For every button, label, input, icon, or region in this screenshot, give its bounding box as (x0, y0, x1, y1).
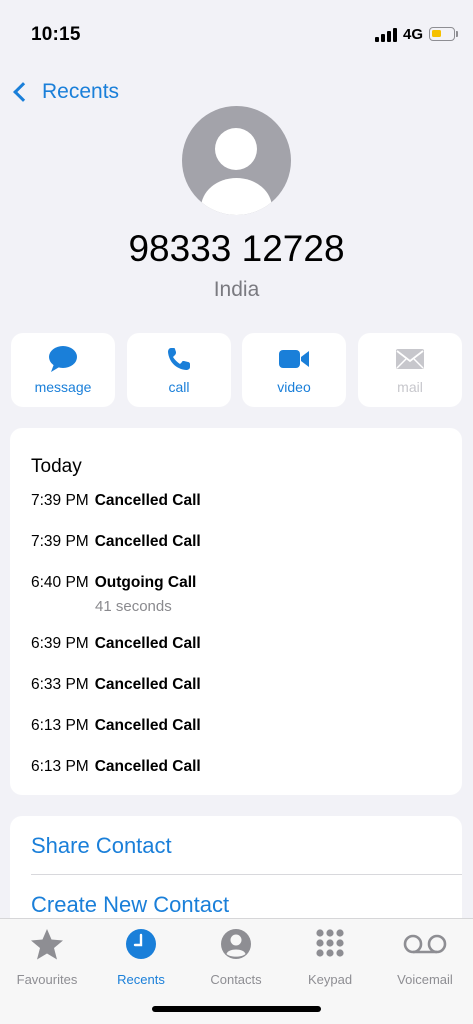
share-contact-link[interactable]: Share Contact (31, 833, 172, 859)
video-label: video (277, 379, 311, 395)
contact-number: 98333 12728 (128, 228, 345, 269)
history-date-header: Today (31, 456, 82, 477)
call-history-row: 6:13 PM Cancelled Call (31, 717, 451, 735)
back-label: Recents (42, 80, 120, 103)
call-type: Cancelled Call (94, 676, 201, 693)
message-button[interactable]: message (11, 333, 115, 407)
call-type: Outgoing Call (94, 574, 197, 591)
call-history-row: 6:13 PM Cancelled Call (31, 758, 451, 776)
envelope-icon (358, 345, 462, 373)
call-duration: 41 seconds (95, 598, 172, 615)
contact-person-icon (189, 927, 283, 961)
tab-contacts[interactable]: Contacts (189, 927, 283, 987)
call-time: 6:40 PM (31, 574, 89, 591)
call-type: Cancelled Call (94, 635, 201, 652)
tab-label: Recents (117, 972, 165, 987)
call-time: 6:39 PM (31, 635, 89, 652)
call-type: Cancelled Call (94, 758, 201, 775)
call-history-row: 7:39 PM Cancelled Call (31, 533, 451, 551)
tab-voicemail[interactable]: Voicemail (378, 927, 472, 987)
tab-label: Keypad (307, 972, 353, 987)
tab-label: Favourites (16, 972, 78, 987)
message-bubble-icon (11, 345, 115, 373)
phone-icon (127, 345, 231, 373)
call-time: 6:13 PM (31, 717, 89, 734)
call-label: call (168, 379, 190, 395)
avatar (182, 106, 291, 215)
call-history-row: 7:39 PM Cancelled Call (31, 492, 451, 510)
call-history-card: Today 7:39 PM Cancelled Call 7:39 PM Cance… (10, 428, 462, 795)
call-type: Cancelled Call (94, 533, 201, 550)
tab-keypad[interactable]: Keypad (283, 927, 377, 987)
call-time: 7:39 PM (31, 492, 89, 509)
video-button[interactable]: video (242, 333, 346, 407)
avatar-head (215, 128, 257, 170)
mail-label: mail (397, 379, 423, 395)
create-new-contact-link[interactable]: Create New Contact (31, 892, 229, 918)
network-type: 4G (403, 26, 424, 43)
voicemail-icon (378, 927, 472, 961)
tab-favourites[interactable]: Favourites (0, 927, 94, 987)
battery-level (432, 30, 441, 37)
video-camera-icon (242, 345, 346, 373)
call-history-row: 6:33 PM Cancelled Call (31, 676, 451, 694)
signal-strength-icon (375, 28, 397, 42)
call-type: Cancelled Call (94, 717, 201, 734)
divider (31, 874, 462, 875)
call-time: 6:33 PM (31, 676, 89, 693)
avatar-body (201, 178, 272, 215)
mail-button[interactable]: mail (358, 333, 462, 407)
call-history-row: 6:39 PM Cancelled Call (31, 635, 451, 653)
call-time: 6:13 PM (31, 758, 89, 775)
home-indicator[interactable] (152, 1006, 321, 1012)
keypad-icon (283, 927, 377, 961)
call-button[interactable]: call (127, 333, 231, 407)
battery-icon (429, 27, 455, 41)
tab-recents[interactable]: Recents (94, 927, 188, 987)
status-time: 10:15 (31, 24, 81, 45)
call-type: Cancelled Call (94, 492, 201, 509)
message-label: message (34, 379, 92, 395)
battery-cap (456, 31, 458, 37)
contact-location: India (213, 278, 260, 301)
chevron-left-icon (13, 82, 33, 102)
tab-label: Contacts (210, 972, 262, 987)
tab-label: Voicemail (397, 972, 453, 987)
status-bar: 10:15 4G (0, 0, 473, 60)
clock-icon (94, 927, 188, 961)
call-history-row: 6:40 PM Outgoing Call 41 seconds (31, 574, 451, 615)
star-icon (0, 927, 94, 961)
call-time: 7:39 PM (31, 533, 89, 550)
back-button[interactable]: Recents (10, 78, 119, 106)
